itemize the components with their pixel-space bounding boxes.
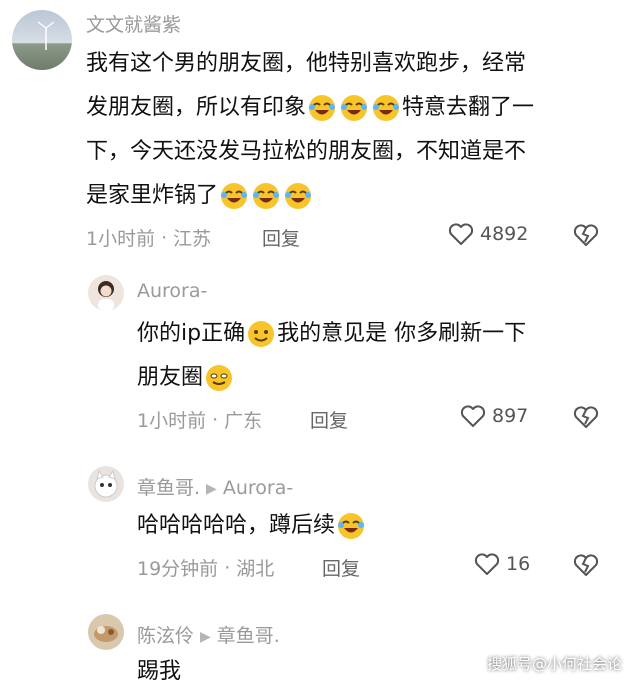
dislike-button[interactable] bbox=[572, 222, 600, 252]
comment-line: 朋友圈 bbox=[137, 356, 617, 400]
author-name[interactable]: 章鱼哥. bbox=[137, 477, 200, 499]
reply-button[interactable]: 回复 bbox=[310, 406, 348, 433]
food-avatar-icon bbox=[94, 626, 118, 642]
comment-line: 是家里炸锅了 bbox=[86, 174, 626, 218]
comment-line: 发朋友圈，所以有印象 特意去翻了一 bbox=[86, 86, 626, 130]
reply-to-name[interactable]: 章鱼哥. bbox=[217, 625, 280, 647]
cat-avatar-icon bbox=[94, 469, 118, 498]
smile-emoji-icon bbox=[245, 321, 277, 347]
windmill-icon bbox=[37, 21, 55, 50]
broken-heart-icon bbox=[573, 406, 599, 428]
author-name[interactable]: 陈泫伶 bbox=[137, 625, 194, 647]
laughing-emoji-icon bbox=[218, 183, 314, 209]
comment-line-text: 朋友圈 bbox=[137, 365, 204, 390]
comment-text: 我有这个男的朋友圈，他特别喜欢跑步，经常 发朋友圈，所以有印象 特意去翻了一 下，… bbox=[86, 42, 626, 218]
dislike-button[interactable] bbox=[572, 404, 600, 434]
comment-text: 你的ip正确 我的意见是 你多刷新一下 朋友圈 bbox=[137, 312, 617, 400]
comment-line: 我有这个男的朋友圈，他特别喜欢跑步，经常 bbox=[86, 51, 527, 76]
comment-line-text: 是家里炸锅了 bbox=[86, 183, 219, 208]
avatar[interactable] bbox=[88, 275, 124, 311]
avatar[interactable] bbox=[88, 614, 124, 650]
heart-icon bbox=[448, 223, 474, 245]
comment-line-text: 我的意见是 你多刷新一下 bbox=[277, 321, 527, 346]
comment-line-text: 哈哈哈哈哈，蹲后续 bbox=[137, 513, 336, 538]
comment-line: 踢我 bbox=[137, 659, 182, 684]
comment-line: 你的ip正确 我的意见是 你多刷新一下 bbox=[137, 312, 617, 356]
reply-header: 陈泫伶 ▶ 章鱼哥. bbox=[137, 621, 280, 648]
heart-icon bbox=[460, 405, 486, 427]
comment-line: 哈哈哈哈哈，蹲后续 bbox=[137, 504, 617, 548]
comment-text: 踢我 bbox=[137, 650, 437, 694]
author-name[interactable]: Aurora- bbox=[137, 280, 207, 302]
dislike-button[interactable] bbox=[572, 552, 600, 582]
comment-meta: 1小时前 · 广东 bbox=[137, 406, 262, 433]
reply-button[interactable]: 回复 bbox=[262, 224, 300, 251]
comment-line-text: 你的ip正确 bbox=[137, 321, 246, 346]
ip-location: 江苏 bbox=[173, 228, 212, 250]
broken-heart-icon bbox=[573, 224, 599, 246]
girl-avatar-icon bbox=[98, 281, 114, 311]
ip-location: 湖北 bbox=[236, 558, 275, 580]
comment-text: 哈哈哈哈哈，蹲后续 bbox=[137, 504, 617, 548]
comment-meta: 19分钟前 · 湖北 bbox=[137, 554, 274, 581]
timestamp: 1小时前 bbox=[137, 410, 207, 432]
comment-line-text: 特意去翻了一 bbox=[402, 95, 535, 120]
like-button[interactable]: 16 bbox=[474, 552, 530, 576]
like-button[interactable]: 4892 bbox=[448, 222, 528, 246]
watermark: 搜狐号@小何社会论 bbox=[486, 655, 622, 673]
reply-header: 章鱼哥. ▶ Aurora- bbox=[137, 473, 293, 500]
author-name[interactable]: 文文就酱紫 bbox=[86, 10, 181, 37]
reply-to-name[interactable]: Aurora- bbox=[223, 477, 293, 499]
comment-line: 下，今天还没发马拉松的朋友圈，不知道是不 bbox=[86, 139, 527, 164]
timestamp: 19分钟前 bbox=[137, 558, 219, 580]
separator: · bbox=[161, 226, 168, 249]
avatar[interactable] bbox=[88, 466, 124, 502]
reply-button[interactable]: 回复 bbox=[322, 554, 360, 581]
ip-location: 广东 bbox=[224, 410, 263, 432]
like-count: 4892 bbox=[480, 223, 529, 245]
grin-emoji-icon bbox=[203, 365, 235, 391]
timestamp: 1小时前 bbox=[86, 228, 156, 250]
broken-heart-icon bbox=[573, 554, 599, 576]
like-count: 897 bbox=[492, 405, 529, 427]
separator: · bbox=[212, 408, 219, 431]
like-count: 16 bbox=[506, 553, 531, 575]
comment-meta: 1小时前 · 江苏 bbox=[86, 224, 211, 251]
avatar[interactable] bbox=[12, 10, 72, 70]
like-button[interactable]: 897 bbox=[460, 404, 528, 428]
laughing-emoji-icon bbox=[335, 513, 367, 539]
heart-icon bbox=[474, 553, 500, 575]
laughing-emoji-icon bbox=[306, 95, 402, 121]
reply-arrow-icon: ▶ bbox=[200, 628, 211, 645]
reply-arrow-icon: ▶ bbox=[206, 480, 217, 497]
separator: · bbox=[224, 556, 231, 579]
comment-line-text: 发朋友圈，所以有印象 bbox=[86, 95, 307, 120]
